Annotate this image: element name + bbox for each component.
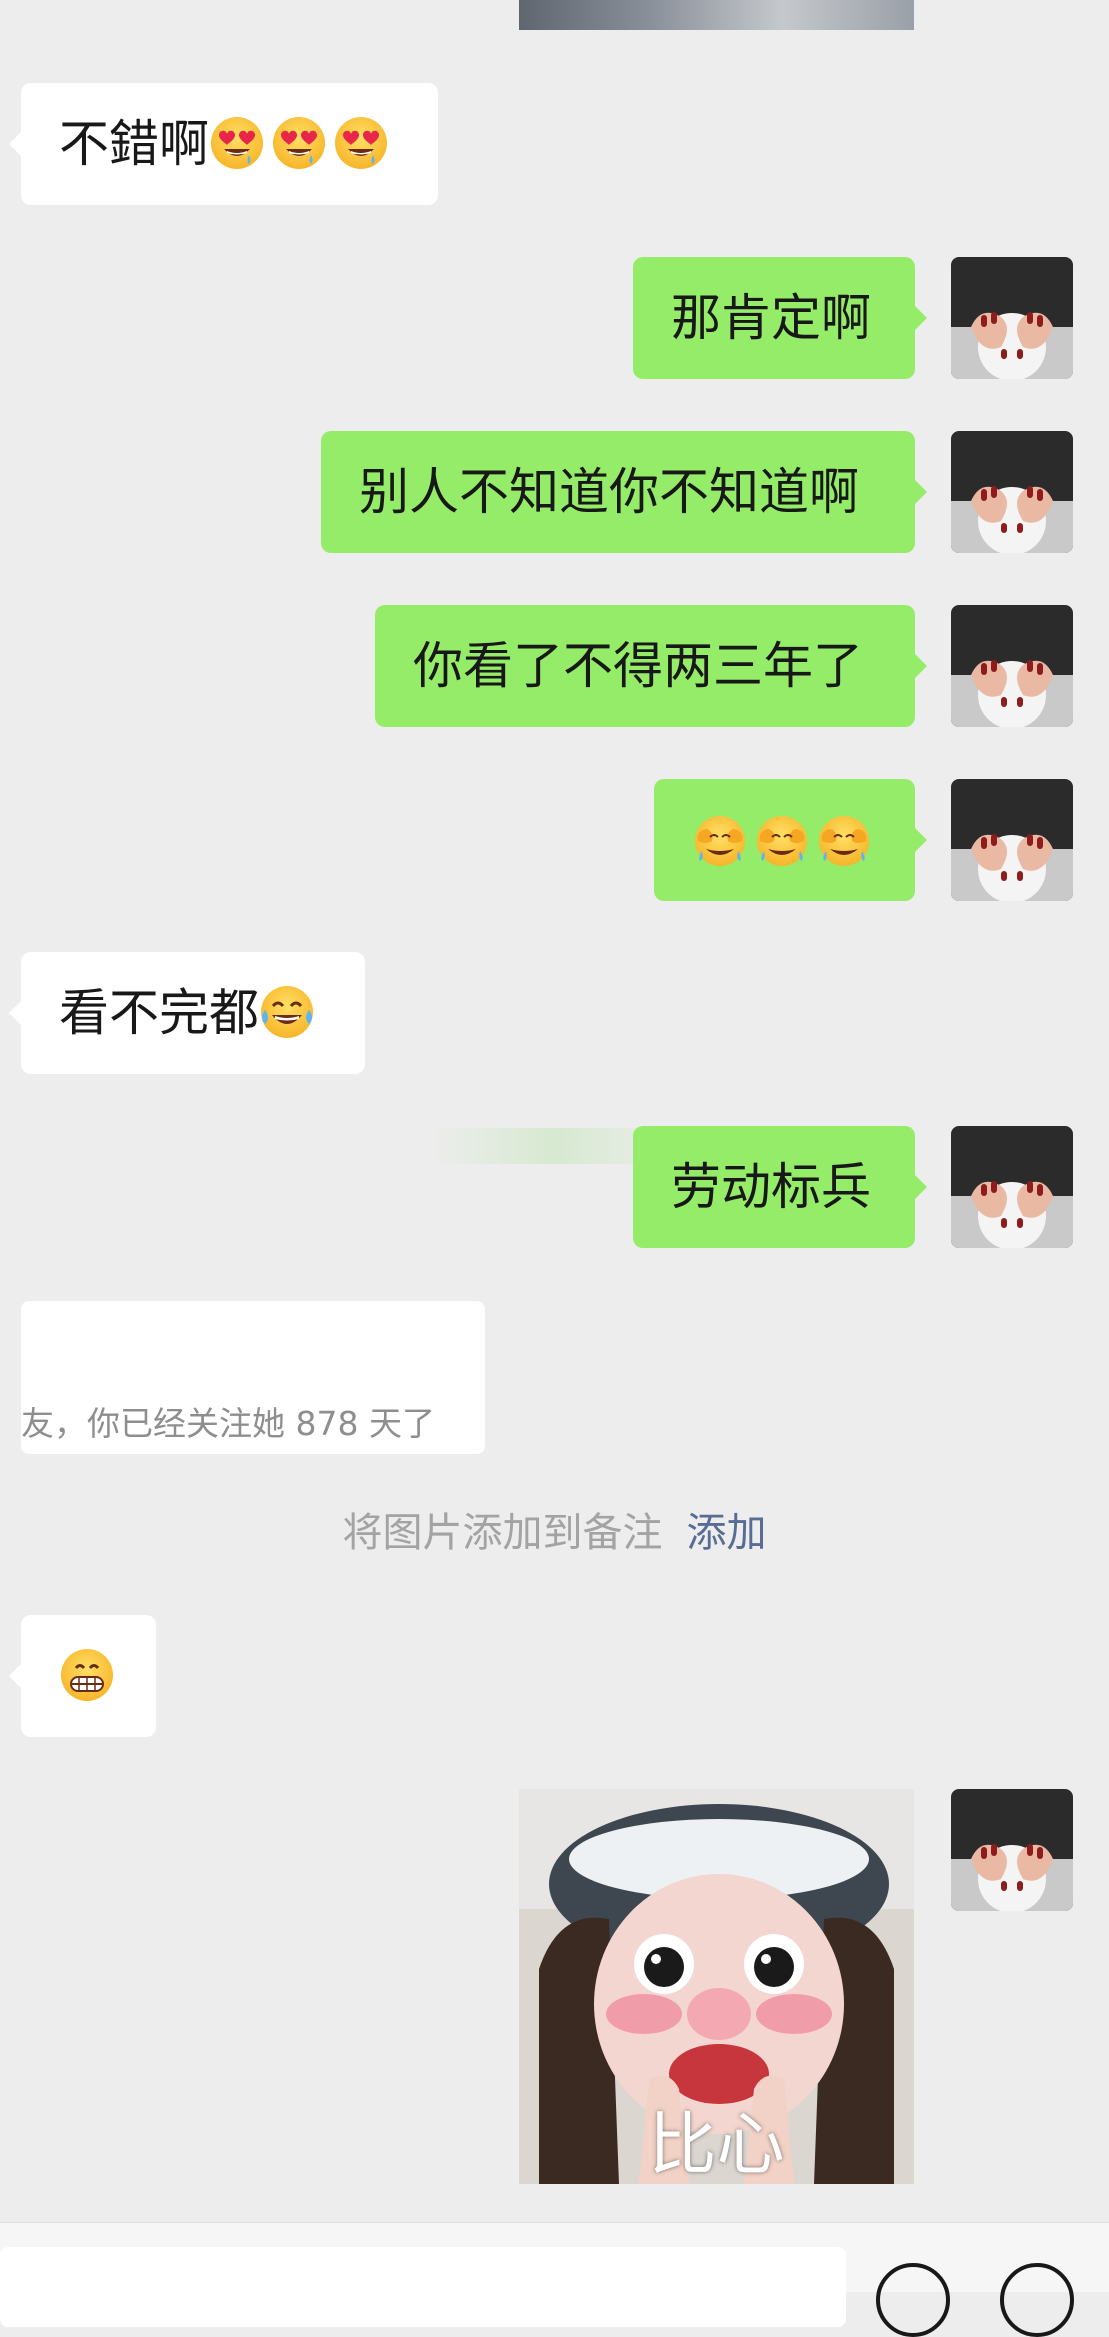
message-bubble-incoming[interactable]: 不錯啊 <box>9 83 438 205</box>
chat-input-bar <box>0 2222 1109 2337</box>
shared-card[interactable]: 友，你已经关注她 878 天了 <box>21 1301 485 1454</box>
face-palm-laugh-emoji-icon <box>816 811 872 867</box>
my-avatar[interactable] <box>951 1126 1073 1248</box>
message-bubble-incoming[interactable] <box>9 1615 156 1737</box>
avatar-image <box>951 257 1073 379</box>
message-text: 看不完都 <box>59 984 259 1042</box>
my-avatar[interactable] <box>951 257 1073 379</box>
previous-image-fragment[interactable] <box>519 0 914 30</box>
message-bubble-outgoing[interactable]: 劳动标兵 <box>633 1126 927 1248</box>
message-text: 劳动标兵 <box>671 1158 871 1216</box>
avatar-image <box>951 1126 1073 1248</box>
face-palm-laugh-emoji-icon <box>754 811 810 867</box>
system-note: 将图片添加到备注 添加 <box>0 1500 1109 1558</box>
card-follow-text: 友，你已经关注她 878 天了 <box>21 1404 435 1443</box>
emoji-button[interactable] <box>876 2263 950 2337</box>
my-avatar[interactable] <box>951 431 1073 553</box>
add-remark-link[interactable]: 添加 <box>687 1510 767 1556</box>
system-note-text: 将图片添加到备注 <box>342 1510 663 1556</box>
my-avatar[interactable] <box>951 1789 1073 1911</box>
message-text: 那肯定啊 <box>671 289 871 347</box>
avatar-image <box>951 779 1073 901</box>
tears-of-joy-emoji-icon <box>259 984 315 1040</box>
message-input[interactable] <box>0 2247 846 2327</box>
sticker-image[interactable]: 比心 <box>519 1789 914 2184</box>
heart-eyes-emoji-icon <box>271 115 327 171</box>
my-avatar[interactable] <box>951 605 1073 727</box>
my-avatar[interactable] <box>951 779 1073 901</box>
avatar-image <box>951 1789 1073 1911</box>
more-button[interactable] <box>1000 2263 1074 2337</box>
message-bubble-outgoing[interactable]: 那肯定啊 <box>633 257 927 379</box>
sticker-caption: 比心 <box>648 2106 785 2184</box>
heart-eyes-emoji-icon <box>209 115 265 171</box>
avatar-image <box>951 605 1073 727</box>
message-text: 别人不知道你不知道啊 <box>359 463 859 521</box>
face-palm-laugh-emoji-icon <box>692 811 748 867</box>
message-bubble-outgoing[interactable]: 别人不知道你不知道啊 <box>321 431 927 553</box>
message-text: 不錯啊 <box>59 115 209 173</box>
message-bubble-outgoing[interactable] <box>654 779 927 901</box>
grimacing-emoji-icon <box>59 1647 115 1703</box>
message-text: 你看了不得两三年了 <box>413 637 863 695</box>
heart-eyes-emoji-icon <box>333 115 389 171</box>
message-bubble-incoming[interactable]: 看不完都 <box>9 952 365 1074</box>
message-bubble-outgoing[interactable]: 你看了不得两三年了 <box>375 605 927 727</box>
avatar-image <box>951 431 1073 553</box>
